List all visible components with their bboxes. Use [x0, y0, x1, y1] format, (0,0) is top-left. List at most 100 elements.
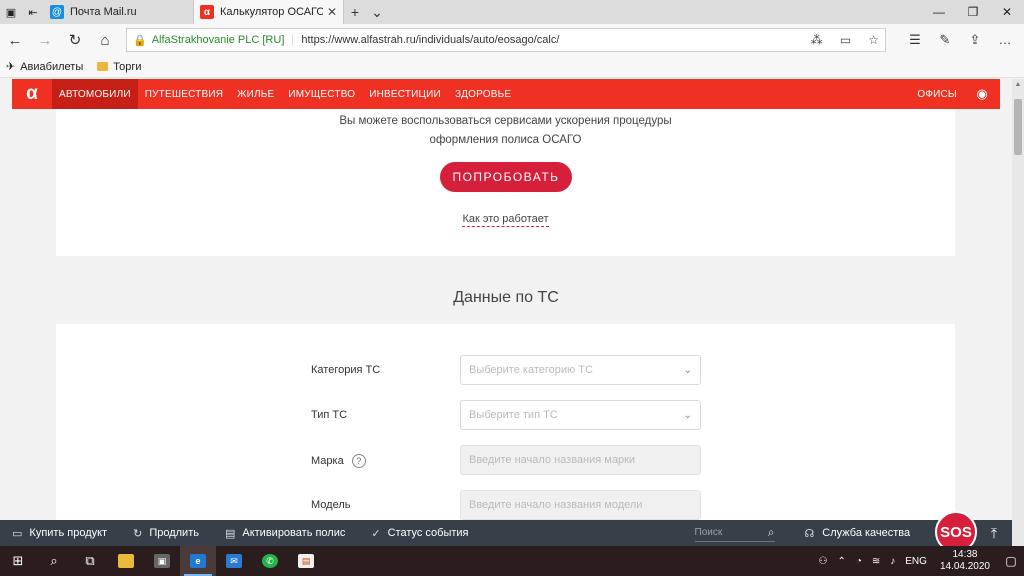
promo-line-2: оформления полиса ОСАГО	[429, 134, 582, 146]
store-icon[interactable]: ▣	[144, 546, 180, 576]
nav-item-auto[interactable]: АВТОМОБИЛИ	[52, 79, 138, 109]
more-icon[interactable]: …	[990, 32, 1020, 48]
activate-policy-button[interactable]: ▤ Активировать полис	[225, 527, 345, 540]
window-controls: — ❐ ✕	[922, 0, 1024, 24]
home-icon[interactable]: ⌂	[90, 26, 120, 54]
eye-icon[interactable]: ◉	[964, 79, 1000, 109]
windows-taskbar: ⊞ ⌕ ⧉ ▣ e ✉ ✆ ▤ ⚇ ⌃ ◔ ≋ ♪ ENG 14:38 14.0…	[0, 546, 1024, 576]
network-icon[interactable]: ◔	[856, 556, 862, 567]
favorite-tenders[interactable]: Торги	[97, 61, 142, 73]
favorite-label: Авиабилеты	[20, 60, 84, 73]
read-aloud-icon[interactable]: ⁂	[811, 33, 823, 47]
set-aside-tabs-icon[interactable]: ⇤	[22, 0, 44, 24]
close-window-icon[interactable]: ✕	[990, 0, 1024, 24]
section-title: Данные по ТС	[453, 289, 559, 306]
chevron-down-icon: ⌄	[683, 364, 692, 376]
mail-favicon-icon: @	[50, 5, 64, 19]
people-icon[interactable]: ⚇	[818, 556, 827, 567]
favorite-star-icon[interactable]: ☆	[868, 33, 879, 47]
buy-product-button[interactable]: ▭ Купить продукт	[12, 527, 107, 540]
event-status-button[interactable]: ✓ Статус события	[371, 527, 468, 540]
refresh-icon[interactable]: ↻	[60, 26, 90, 54]
task-view-icon[interactable]: ⧉	[72, 546, 108, 576]
notifications-icon[interactable]: ▢	[998, 554, 1024, 568]
windows-start-icon[interactable]: ⊞	[0, 546, 36, 576]
renew-icon: ↻	[133, 527, 143, 540]
nav-item-travel[interactable]: ПУТЕШЕСТВИЯ	[138, 79, 230, 109]
file-explorer-icon[interactable]	[108, 546, 144, 576]
type-placeholder: Выберите тип ТС	[469, 409, 558, 421]
browser-tab-bar: ▣ ⇤ @ Почта Mail.ru α Калькулятор ОСАГО …	[0, 0, 1024, 24]
quality-service-button[interactable]: ☊ Служба качества	[805, 527, 911, 540]
headset-icon: ☊	[804, 527, 815, 540]
page-scrollbar[interactable]: ▲	[1012, 79, 1024, 546]
tray-overflow-icon[interactable]: ⌃	[837, 556, 845, 567]
folder-icon	[97, 62, 109, 71]
category-placeholder: Выберите категорию ТС	[469, 364, 593, 376]
tab-mail[interactable]: @ Почта Mail.ru	[44, 0, 194, 24]
minimize-icon[interactable]: —	[922, 0, 956, 24]
new-tab-icon[interactable]: +	[344, 0, 366, 24]
nav-item-property[interactable]: ИМУЩЕСТВО	[281, 79, 362, 109]
chevron-down-icon[interactable]: ⌄	[366, 0, 388, 24]
how-it-works-container: Как это работает	[56, 213, 955, 227]
category-label: Категория ТС	[311, 364, 381, 376]
search-input[interactable]: Поиск ⌕	[694, 525, 775, 542]
nav-item-offices[interactable]: ОФИСЫ	[910, 79, 964, 109]
wifi-icon[interactable]: ≋	[872, 556, 880, 567]
nav-item-health[interactable]: ЗДОРОВЬЕ	[448, 79, 518, 109]
close-tab-icon[interactable]: ✕	[327, 5, 337, 19]
check-circle-icon: ✓	[371, 527, 381, 540]
search-icon[interactable]: ⌕	[768, 525, 775, 540]
browser-toolbar: ☰ ✎ ⇪ …	[900, 32, 1020, 48]
help-icon[interactable]: ?	[351, 454, 366, 468]
bottom-action-bar: ▭ Купить продукт ↻ Продлить ▤ Активирова…	[0, 520, 1012, 546]
buy-label: Купить продукт	[29, 527, 108, 539]
model-input[interactable]: Введите начало названия модели	[460, 490, 701, 520]
reading-view-icon[interactable]: ▭	[840, 33, 851, 47]
volume-icon[interactable]: ♪	[890, 556, 895, 567]
type-label: Тип ТС	[311, 409, 348, 421]
back-icon[interactable]: ←	[0, 26, 30, 54]
favorite-flights[interactable]: ✈ Авиабилеты	[6, 60, 84, 74]
certificate-name[interactable]: AlfaStrakhovanie PLC [RU]	[152, 34, 294, 46]
language-indicator[interactable]: ENG	[905, 556, 927, 567]
scroll-thumb[interactable]	[1014, 99, 1022, 155]
extend-button[interactable]: ↻ Продлить	[133, 527, 199, 540]
tab-actions-icon[interactable]: ▣	[0, 0, 22, 24]
search-icon[interactable]: ⌕	[36, 546, 72, 576]
tab-osago-calculator[interactable]: α Калькулятор ОСАГО 20 ✕	[194, 0, 344, 24]
nav-item-investments[interactable]: ИНВЕСТИЦИИ	[362, 79, 448, 109]
category-select[interactable]: Выберите категорию ТС ⌄	[460, 355, 701, 385]
chevron-down-icon: ⌄	[683, 409, 692, 421]
activate-label: Активировать полис	[242, 527, 346, 539]
type-select[interactable]: Выберите тип ТС ⌄	[460, 400, 701, 430]
document-icon: ▤	[224, 527, 236, 540]
clock-date: 14.04.2020	[939, 561, 990, 572]
try-button[interactable]: ПОПРОБОВАТЬ	[440, 162, 572, 192]
nav-item-housing[interactable]: ЖИЛЬЕ	[230, 79, 281, 109]
share-icon[interactable]: ⇪	[960, 32, 990, 48]
scroll-up-icon[interactable]: ▲	[1012, 81, 1024, 91]
tab-title: Калькулятор ОСАГО 20	[220, 6, 323, 18]
brand-label: Марка	[311, 455, 344, 467]
clock[interactable]: 14:38 14.04.2020	[940, 549, 990, 573]
edge-icon[interactable]: e	[180, 546, 216, 576]
url-field[interactable]: 🔒 AlfaStrakhovanie PLC [RU] https://www.…	[126, 28, 886, 52]
brand-placeholder: Введите начало названия марки	[469, 454, 636, 466]
alfa-logo[interactable]: α	[12, 79, 52, 109]
brand-input[interactable]: Введите начало названия марки	[460, 445, 701, 475]
brand-label-row: Марка ?	[311, 454, 366, 468]
url-text[interactable]: https://www.alfastrah.ru/individuals/aut…	[301, 34, 796, 46]
how-it-works-link[interactable]: Как это работает	[462, 213, 549, 227]
favorites-hub-icon[interactable]: ☰	[900, 32, 930, 48]
forward-icon[interactable]: →	[30, 26, 60, 54]
maximize-icon[interactable]: ❐	[956, 0, 990, 24]
document-app-icon[interactable]: ▤	[288, 546, 324, 576]
mail-app-icon[interactable]: ✉	[216, 546, 252, 576]
web-note-icon[interactable]: ✎	[930, 32, 960, 48]
vehicle-form: Категория ТС Выберите категорию ТС ⌄ Тип…	[56, 324, 955, 520]
whatsapp-icon[interactable]: ✆	[252, 546, 288, 576]
cart-icon: ▭	[12, 527, 23, 540]
scroll-to-top-icon[interactable]: ⤒	[984, 520, 1004, 546]
